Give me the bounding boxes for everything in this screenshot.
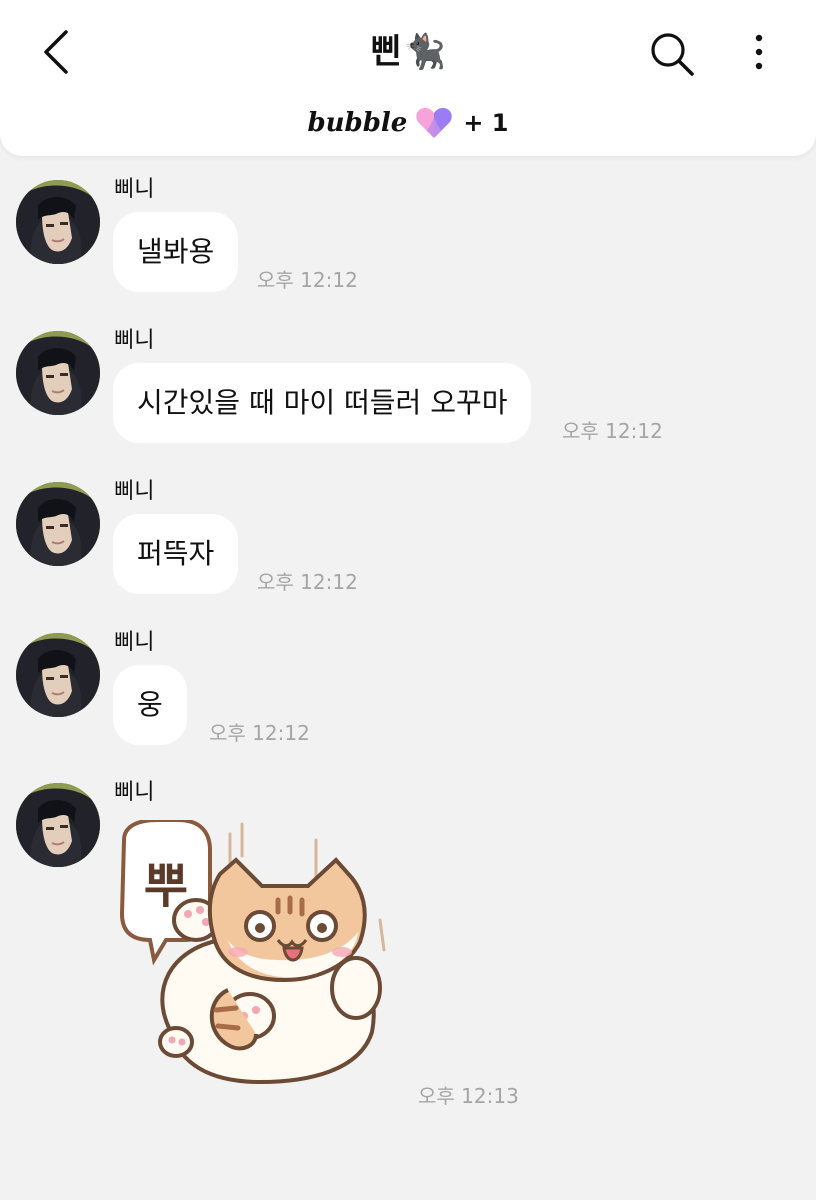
black-cat-emoji: 🐈‍⬛ [403,32,446,72]
sender-name: 삐니 [114,479,155,504]
message-time: 오후 12:13 [418,1084,519,1108]
more-options-button[interactable] [744,30,774,74]
sender-name: 삐니 [114,177,155,202]
message-bubble[interactable]: 퍼뜩자 [113,514,239,594]
bubble-logo: bubble [307,108,408,138]
bubble-brand-bar: bubble + 1 [0,106,816,148]
search-icon [651,33,694,76]
message-time: 오후 12:12 [209,721,310,745]
chat-title-text: 삔 [370,32,402,72]
avatar[interactable] [16,633,100,717]
sender-name: 삐니 [114,328,155,353]
message-time: 오후 12:12 [562,419,663,443]
avatar[interactable] [16,783,100,867]
avatar[interactable] [16,331,100,415]
plus-count: + 1 [463,109,509,137]
more-vertical-icon [755,34,763,70]
sender-name: 삐니 [114,780,155,805]
heart-icon [416,107,453,138]
message-time: 오후 12:12 [257,570,358,594]
search-button[interactable] [648,30,696,78]
avatar[interactable] [16,482,100,566]
cat-sticker[interactable]: 뿌 [110,820,410,1090]
message-bubble[interactable]: 낼봐용 [113,212,239,292]
message-time: 오후 12:12 [257,268,358,292]
avatar[interactable] [16,180,100,264]
sender-name: 삐니 [114,630,155,655]
message-bubble[interactable]: 웅 [113,665,187,745]
chat-header: 삔🐈‍⬛ bubble + 1 [0,0,816,156]
message-bubble[interactable]: 시간있을 때 마이 떠들러 오꾸마 [113,363,532,443]
